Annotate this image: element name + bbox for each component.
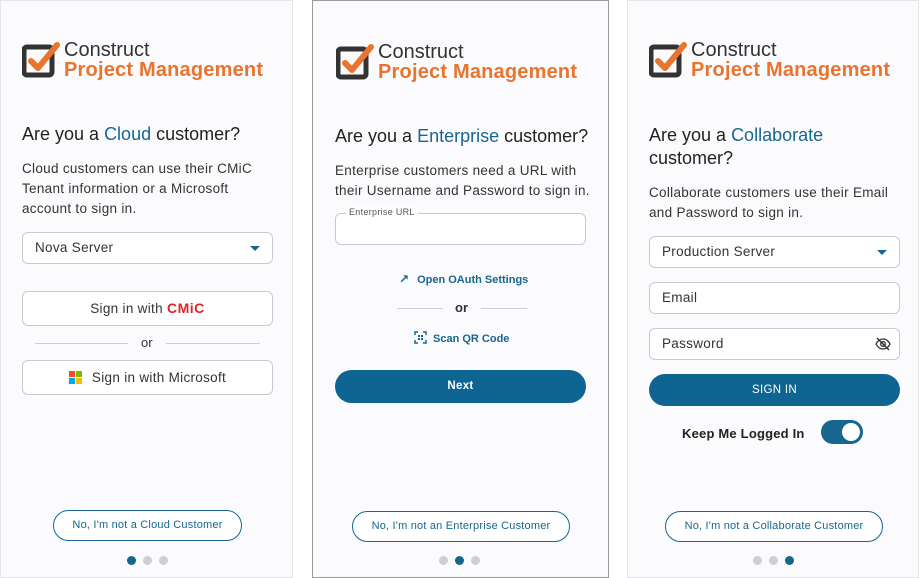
not-cloud-customer-button[interactable]: No, I'm not a Cloud Customer (53, 510, 242, 541)
keep-logged-in-toggle[interactable] (821, 420, 863, 444)
arrow-up-right-icon: ↗ (399, 272, 410, 286)
oauth-link-label: Open OAuth Settings (417, 274, 529, 286)
pagination-dots (439, 556, 484, 566)
email-field[interactable]: Email (649, 282, 900, 314)
collaborate-panel: Construct Project Management Are you a C… (627, 0, 919, 578)
cloud-description: Cloud customers can use their CMiC Tenan… (22, 161, 253, 216)
server-select-value: Nova Server (35, 240, 114, 255)
collaborate-heading: Are you a Collaborate customer? (649, 124, 879, 170)
page-dot-2[interactable] (455, 556, 464, 565)
signin-microsoft-label: Sign in with Microsoft (91, 370, 227, 385)
heading-accent: Collaborate (731, 125, 824, 145)
or-label: or (141, 335, 153, 350)
brand-line2: Project Management (691, 59, 891, 81)
not-collaborate-customer-button[interactable]: No, I'm not a Collaborate Customer (665, 511, 883, 542)
collaborate-server-select[interactable]: Production Server (649, 236, 900, 268)
enterprise-description: Enterprise customers need a URL with the… (335, 163, 590, 198)
page-dot-1[interactable] (753, 556, 762, 565)
cloud-server-select[interactable]: Nova Server (22, 232, 273, 264)
divider-line (166, 343, 260, 344)
password-field[interactable]: Password (649, 328, 900, 360)
page-dot-2[interactable] (769, 556, 778, 565)
caret-down-icon (877, 250, 887, 255)
next-button[interactable]: Next (335, 370, 586, 403)
heading-suffix: customer? (156, 124, 241, 144)
page-dot-1[interactable] (439, 556, 448, 565)
sign-in-button[interactable]: SIGN IN (649, 374, 900, 406)
email-placeholder: Email (662, 290, 698, 305)
keep-logged-in-label: Keep Me Logged In (682, 426, 805, 441)
enterprise-url-field[interactable]: Enterprise URL (335, 207, 586, 245)
page-dot-1[interactable] (127, 556, 136, 565)
qr-scan-icon (414, 331, 427, 344)
heading-prefix: Are you a (22, 124, 100, 144)
eye-off-icon[interactable] (875, 337, 891, 351)
collaborate-description: Collaborate customers use their Email an… (649, 185, 889, 220)
signin-cmic-label: Sign in with (90, 301, 163, 316)
or-divider: or (35, 335, 260, 351)
open-oauth-settings-link[interactable]: ↗ Open OAuth Settings (399, 272, 528, 286)
not-enterprise-customer-button[interactable]: No, I'm not an Enterprise Customer (352, 511, 570, 542)
microsoft-logo-icon (68, 371, 82, 384)
server-select-value: Production Server (662, 244, 776, 259)
password-placeholder: Password (662, 336, 724, 351)
heading-accent: Enterprise (417, 126, 500, 146)
page-dot-3[interactable] (471, 556, 480, 565)
enterprise-url-label: Enterprise URL (346, 207, 418, 217)
scan-qr-label: Scan QR Code (433, 333, 510, 345)
heading-prefix: Are you a (649, 125, 727, 145)
or-label: or (455, 300, 468, 315)
caret-down-icon (250, 246, 260, 251)
scan-qr-code-link[interactable]: Scan QR Code (414, 331, 509, 345)
or-divider: or (397, 300, 527, 316)
enterprise-panel: Construct Project Management Are you a E… (312, 0, 609, 578)
page-dot-2[interactable] (143, 556, 152, 565)
signin-microsoft-button[interactable]: Sign in with Microsoft (22, 360, 273, 395)
enterprise-heading: Are you a Enterprise customer? (335, 125, 588, 148)
check-logo-icon (649, 42, 687, 78)
cmic-logo: CMiC (166, 300, 205, 316)
check-logo-icon (22, 42, 60, 78)
page-dot-3[interactable] (785, 556, 794, 565)
check-logo-icon (336, 44, 374, 80)
heading-suffix: customer? (504, 126, 589, 146)
divider-line (35, 343, 128, 344)
divider-line (481, 308, 527, 309)
cloud-heading: Are you a Cloud customer? (22, 123, 240, 146)
heading-suffix: customer? (649, 148, 734, 168)
pagination-dots (753, 556, 798, 566)
brand-line2: Project Management (64, 59, 264, 81)
heading-prefix: Are you a (335, 126, 413, 146)
brand-line2: Project Management (378, 61, 578, 83)
heading-accent: Cloud (104, 124, 152, 144)
cloud-panel: Construct Project Management Are you a C… (0, 0, 293, 578)
toggle-knob (842, 423, 860, 441)
pagination-dots (127, 556, 172, 566)
page-dot-3[interactable] (159, 556, 168, 565)
signin-cmic-button[interactable]: Sign in with CMiC (22, 291, 273, 326)
divider-line (397, 308, 443, 309)
